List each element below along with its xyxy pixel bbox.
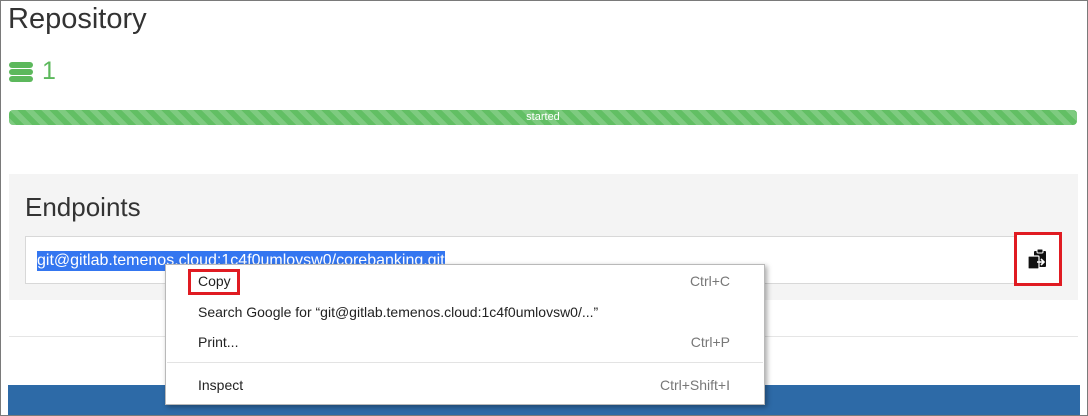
menu-item-search-google[interactable]: Search Google for “git@gitlab.temenos.cl… [166,299,764,325]
progress-bar: started [9,110,1077,125]
progress-label: started [526,111,560,123]
menu-item-label: Inspect [198,377,244,393]
repository-count-value: 1 [42,57,56,85]
endpoints-title: Endpoints [25,192,141,222]
page-frame: Repository 1 started Endpoints git@gitla… [0,0,1088,416]
menu-separator [167,362,763,363]
context-menu: Copy Ctrl+C Search Google for “git@gitla… [165,264,765,405]
menu-item-shortcut: Ctrl+C [689,273,730,289]
clipboard-copy-icon [1027,248,1046,270]
menu-item-print[interactable]: Print... Ctrl+P [166,329,764,355]
menu-item-shortcut: Ctrl+Shift+I [659,377,730,393]
menu-item-label: Print... [198,334,239,350]
menu-item-copy[interactable]: Copy Ctrl+C [166,268,764,295]
database-icon [9,61,33,82]
copy-highlight-box [188,269,240,295]
menu-item-label: Search Google for “git@gitlab.temenos.cl… [198,304,599,320]
menu-item-inspect[interactable]: Inspect Ctrl+Shift+I [166,372,764,398]
repository-count: 1 [8,57,56,86]
menu-item-shortcut: Ctrl+P [690,334,730,350]
copy-to-clipboard-button[interactable] [1014,232,1062,286]
repository-title: Repository [8,3,147,35]
